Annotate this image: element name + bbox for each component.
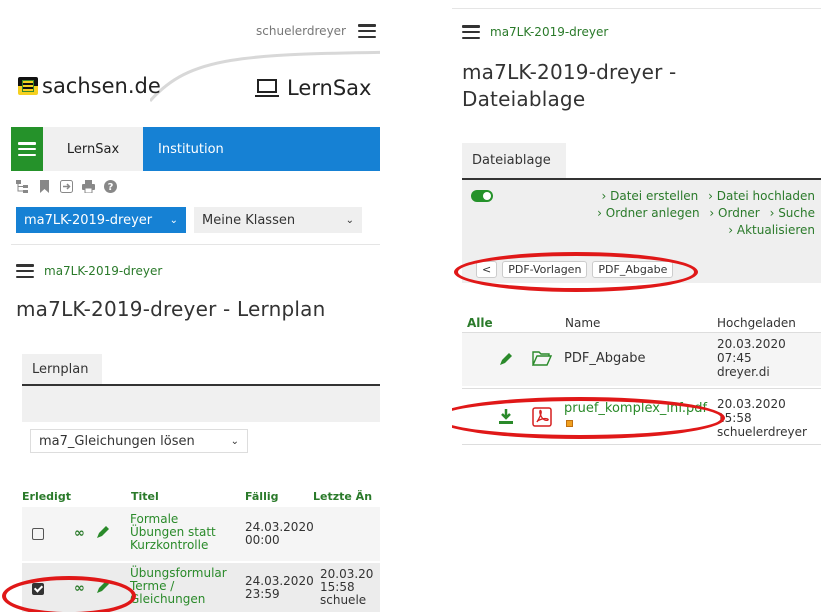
last-change-line: schuele	[320, 593, 367, 607]
page-title: ma7LK-2019-dreyer - Dateiablage	[462, 59, 676, 113]
lernplan-screenshot: schuelerdreyer sachsen.de LernSax LernSa…	[0, 0, 380, 612]
menu-icon[interactable]	[16, 264, 34, 278]
menu-icon	[18, 142, 36, 156]
view-glasses-icon[interactable]: ∞	[74, 526, 85, 541]
dateiablage-screenshot: ma7LK-2019-dreyer ma7LK-2019-dreyer - Da…	[452, 0, 821, 612]
print-icon[interactable]	[82, 180, 95, 193]
refresh-link[interactable]: › Aktualisieren	[728, 223, 815, 237]
upload-date-line: 20.03.2020	[717, 337, 786, 351]
menu-icon[interactable]	[462, 25, 480, 39]
red-highlight-ellipse	[2, 576, 136, 612]
folder-open-icon	[532, 351, 552, 366]
file-actions: › Datei erstellen › Datei hochladen › Or…	[515, 188, 815, 239]
task-title[interactable]: Übungsformular Terme / Gleichungen	[130, 567, 227, 606]
divider	[462, 388, 821, 389]
export-icon[interactable]	[60, 180, 73, 193]
search-link[interactable]: › Suche	[770, 206, 815, 220]
task-title[interactable]: Formale Übungen statt Kurzkontrolle	[130, 513, 216, 552]
due-time-line: 23:59	[245, 587, 280, 601]
upload-date: 20.03.2020 07:45 dreyer.di	[717, 337, 786, 379]
toggle-switch[interactable]	[471, 190, 493, 202]
create-file-link[interactable]: › Datei erstellen	[602, 189, 699, 203]
chevron-down-icon: ⌄	[345, 214, 354, 226]
sachsen-coat-of-arms-icon	[18, 77, 38, 95]
help-icon[interactable]: ?	[104, 180, 117, 193]
due-time-line: 00:00	[245, 533, 280, 547]
upload-time-line: 07:45	[717, 351, 752, 365]
bookmark-icon[interactable]	[38, 180, 51, 193]
edit-pencil-icon[interactable]	[96, 525, 110, 539]
task-title-line: Kurzkontrolle	[130, 538, 209, 552]
lernsax-logo[interactable]: LernSax	[255, 76, 371, 100]
upload-date-line: 20.03.2020	[717, 397, 786, 411]
col-header-done[interactable]: Erledigt	[22, 490, 71, 503]
last-change: 20.03.20 15:58 schuele	[320, 568, 373, 607]
col-header-name[interactable]: Name	[565, 316, 600, 330]
tab-lernsax[interactable]: LernSax	[43, 127, 143, 171]
uploader-line: schuelerdreyer	[717, 425, 807, 439]
page-title-line: Dateiablage	[462, 87, 586, 111]
done-checkbox[interactable]	[32, 528, 44, 540]
breadcrumb-link[interactable]: ma7LK-2019-dreyer	[490, 25, 608, 39]
folder-link[interactable]: › Ordner	[709, 206, 759, 220]
folder-name[interactable]: PDF_Abgabe	[564, 351, 645, 366]
page-title-line: ma7LK-2019-dreyer -	[462, 60, 677, 84]
menu-icon[interactable]	[358, 24, 376, 38]
my-classes-select-value: Meine Klassen	[202, 212, 296, 228]
class-select[interactable]: ma7LK-2019-dreyer ⌄	[16, 207, 186, 233]
my-classes-select[interactable]: Meine Klassen ⌄	[194, 207, 362, 233]
sitemap-icon[interactable]	[16, 180, 29, 193]
uploader-line: dreyer.di	[717, 365, 770, 379]
tab-institution[interactable]: Institution	[158, 127, 224, 171]
col-header-title[interactable]: Titel	[131, 490, 159, 503]
breadcrumb-link[interactable]: ma7LK-2019-dreyer	[44, 264, 162, 278]
tab-lernplan[interactable]: Lernplan	[22, 354, 102, 384]
col-header-all[interactable]: Alle	[467, 316, 493, 330]
due-date: 24.03.2020 00:00	[245, 521, 314, 547]
tab-dateiablage[interactable]: Dateiablage	[462, 143, 566, 178]
upload-time-line: 15:58	[717, 411, 752, 425]
create-folder-link[interactable]: › Ordner anlegen	[597, 206, 699, 220]
toolbar-icons: ?	[16, 180, 117, 193]
sachsen-logo-text: sachsen.de	[42, 74, 161, 98]
breadcrumb: ma7LK-2019-dreyer	[462, 25, 608, 39]
plan-select-value: ma7_Gleichungen lösen	[39, 433, 195, 449]
username-label: schuelerdreyer	[256, 24, 346, 38]
red-highlight-ellipse	[454, 252, 698, 292]
task-title-line: Gleichungen	[130, 592, 206, 606]
divider	[462, 444, 821, 445]
upload-file-link[interactable]: › Datei hochladen	[708, 189, 815, 203]
laptop-icon	[255, 79, 279, 97]
red-highlight-ellipse	[452, 397, 725, 439]
class-select-value: ma7LK-2019-dreyer	[24, 212, 153, 228]
upload-date: 20.03.2020 15:58 schuelerdreyer	[717, 397, 807, 439]
col-header-due[interactable]: Fällig	[245, 490, 278, 503]
user-row: schuelerdreyer	[256, 24, 376, 38]
chevron-down-icon: ⌄	[169, 214, 178, 226]
col-header-last-change[interactable]: Letzte Än	[313, 490, 372, 503]
chevron-down-icon: ⌄	[230, 435, 239, 447]
edit-pencil-icon[interactable]	[499, 352, 513, 366]
sachsen-logo[interactable]: sachsen.de	[18, 74, 161, 98]
divider	[452, 8, 821, 9]
main-navbar: LernSax Institution	[11, 127, 380, 171]
page-title: ma7LK-2019-dreyer - Lernplan	[16, 297, 326, 321]
breadcrumb: ma7LK-2019-dreyer	[16, 264, 162, 278]
svg-text:?: ?	[108, 182, 114, 193]
due-date: 24.03.2020 23:59	[245, 575, 314, 601]
nav-menu-button[interactable]	[11, 127, 43, 171]
divider	[11, 244, 380, 245]
lernsax-logo-text: LernSax	[287, 76, 372, 100]
plan-select[interactable]: ma7_Gleichungen lösen ⌄	[30, 429, 248, 453]
toolbar-band	[22, 386, 380, 422]
col-header-uploaded[interactable]: Hochgeladen	[717, 316, 796, 330]
